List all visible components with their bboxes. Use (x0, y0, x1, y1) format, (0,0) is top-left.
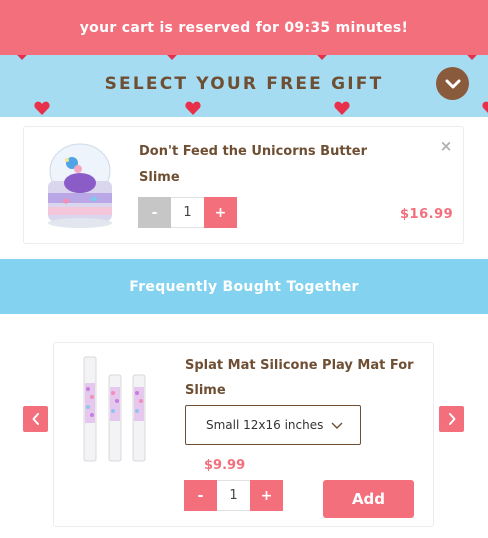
increase-quantity-button[interactable]: + (250, 480, 283, 511)
heart-icon (482, 101, 488, 113)
chevron-left-icon (32, 413, 39, 425)
recommended-product-price: $9.99 (204, 458, 246, 473)
cart-item-name[interactable]: Don't Feed the Unicorns Butter Slime (139, 139, 409, 191)
chevron-down-icon (445, 79, 460, 88)
chevron-down-icon (331, 422, 343, 429)
size-select[interactable]: Small 12x16 inches (185, 405, 361, 445)
chevron-right-icon (448, 413, 455, 425)
cart-item-card: Don't Feed the Unicorns Butter Slime × -… (23, 126, 464, 244)
recommended-product-name[interactable]: Splat Mat Silicone Play Mat For Slime (185, 353, 415, 403)
heart-icon (467, 55, 477, 60)
cart-item-price: $16.99 (400, 207, 454, 222)
gift-expand-button[interactable] (436, 67, 469, 100)
frequently-bought-bar: Frequently Bought Together (0, 259, 488, 314)
heart-icon (167, 55, 177, 60)
recommended-quantity-value[interactable]: 1 (217, 480, 250, 511)
remove-item-button[interactable]: × (439, 139, 453, 154)
decrease-quantity-button[interactable]: - (138, 197, 171, 228)
cart-reserved-text: your cart is reserved for 09:35 minutes! (79, 19, 409, 36)
cart-reserved-banner: your cart is reserved for 09:35 minutes! (0, 0, 488, 55)
decrease-quantity-button[interactable]: - (184, 480, 217, 511)
increase-quantity-button[interactable]: + (204, 197, 237, 228)
splat-mat-product-image[interactable] (80, 353, 150, 463)
free-gift-bar[interactable]: SELECT YOUR FREE GIFT (0, 55, 488, 117)
free-gift-title: SELECT YOUR FREE GIFT (104, 74, 384, 94)
carousel-prev-button[interactable] (23, 406, 48, 432)
cart-quantity-value[interactable]: 1 (171, 197, 204, 228)
heart-icon (334, 101, 350, 115)
heart-icon (185, 101, 201, 115)
heart-icon (317, 55, 327, 60)
heart-icon (34, 101, 50, 115)
recommended-quantity-stepper: - 1 + (184, 480, 283, 511)
carousel-next-button[interactable] (439, 406, 464, 432)
cart-quantity-stepper: - 1 + (138, 197, 237, 228)
frequently-bought-title: Frequently Bought Together (129, 278, 359, 295)
size-selected-value: Small 12x16 inches (206, 418, 324, 432)
recommended-product-card: Splat Mat Silicone Play Mat For Slime Sm… (53, 342, 434, 527)
slime-product-image[interactable] (42, 141, 118, 231)
heart-icon (17, 55, 27, 60)
add-to-cart-button[interactable]: Add (323, 480, 414, 518)
